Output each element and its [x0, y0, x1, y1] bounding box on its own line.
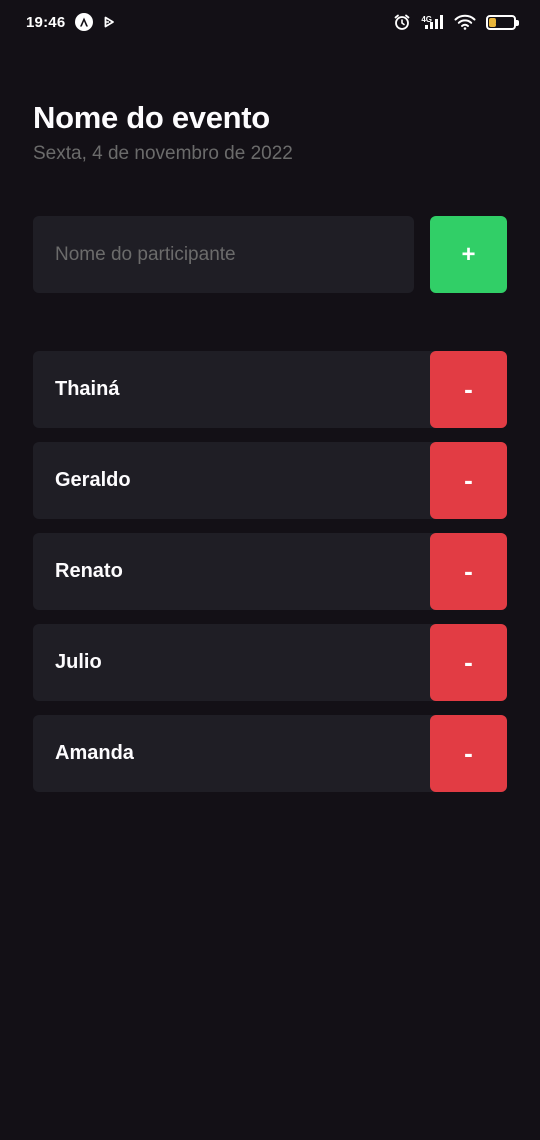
participant-item: Thainá -	[33, 351, 507, 428]
remove-participant-button[interactable]: -	[430, 624, 507, 701]
status-bar-left: 19:46	[26, 13, 115, 31]
battery-icon: 35	[486, 14, 519, 30]
network-type-label: 4G	[421, 15, 432, 24]
participant-name-input[interactable]	[33, 216, 414, 293]
participant-item: Renato -	[33, 533, 507, 610]
participant-name: Geraldo	[55, 469, 131, 491]
a-circle-icon	[75, 13, 94, 31]
participant-name: Thainá	[55, 378, 120, 400]
status-bar: 19:46 4G 35	[0, 0, 540, 44]
add-participant-button[interactable]: +	[430, 216, 507, 293]
participant-name: Julio	[55, 651, 102, 673]
wifi-icon	[454, 14, 476, 30]
remove-participant-button[interactable]: -	[430, 533, 507, 610]
event-title: Nome do evento	[33, 100, 270, 135]
app-screen: 19:46 4G 35 Nome do evento Sexta, 4 de n…	[0, 0, 540, 1140]
remove-participant-button[interactable]: -	[430, 351, 507, 428]
remove-participant-button[interactable]: -	[430, 442, 507, 519]
participant-name: Renato	[55, 560, 123, 582]
participant-name: Amanda	[55, 742, 134, 764]
battery-level: 35	[495, 16, 507, 28]
signal-group: 4G	[421, 14, 444, 30]
alarm-icon	[393, 13, 411, 31]
participant-item: Amanda -	[33, 715, 507, 792]
status-bar-right: 4G 35	[393, 13, 519, 31]
participant-item: Julio -	[33, 624, 507, 701]
add-participant-form: +	[33, 216, 507, 293]
remove-participant-button[interactable]: -	[430, 715, 507, 792]
event-date: Sexta, 4 de novembro de 2022	[33, 143, 293, 164]
play-icon	[103, 16, 115, 28]
participant-list: Thainá - Geraldo - Renato - Julio - Aman…	[33, 351, 507, 806]
participant-item: Geraldo -	[33, 442, 507, 519]
status-time: 19:46	[26, 13, 66, 31]
